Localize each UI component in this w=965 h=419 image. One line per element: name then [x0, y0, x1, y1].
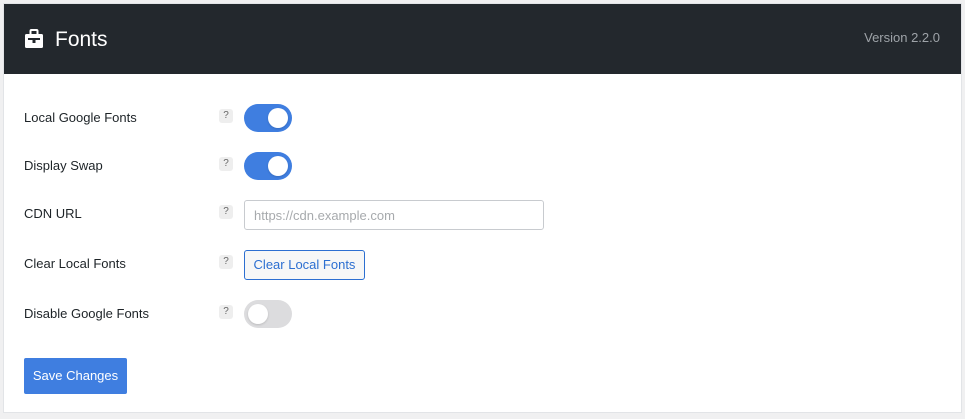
local-google-fonts-toggle[interactable]: [244, 104, 292, 132]
page-header: Fonts Version 2.2.0: [4, 4, 961, 74]
toggle-knob: [268, 156, 288, 176]
cdn-url-label: CDN URL: [24, 206, 82, 221]
version-label: Version 2.2.0: [864, 30, 940, 45]
help-icon[interactable]: ?: [219, 109, 233, 123]
help-icon[interactable]: ?: [219, 205, 233, 219]
disable-google-fonts-label: Disable Google Fonts: [24, 306, 150, 321]
clear-local-fonts-label: Clear Local Fonts: [24, 256, 126, 271]
help-icon[interactable]: ?: [219, 255, 233, 269]
help-icon[interactable]: ?: [219, 157, 233, 171]
disable-google-fonts-toggle[interactable]: [244, 300, 292, 328]
toggle-knob: [268, 108, 288, 128]
toggle-knob: [248, 304, 268, 324]
cdn-url-input[interactable]: [244, 200, 544, 230]
display-swap-toggle[interactable]: [244, 152, 292, 180]
briefcase-icon: [25, 29, 43, 48]
help-icon[interactable]: ?: [219, 305, 233, 319]
save-changes-button[interactable]: Save Changes: [24, 358, 127, 394]
page-title: Fonts: [55, 28, 108, 51]
clear-local-fonts-button[interactable]: Clear Local Fonts: [244, 250, 365, 280]
settings-panel: Fonts Version 2.2.0 Local Google Fonts ?…: [3, 3, 962, 413]
local-google-fonts-label: Local Google Fonts: [24, 110, 137, 125]
display-swap-label: Display Swap: [24, 158, 103, 173]
